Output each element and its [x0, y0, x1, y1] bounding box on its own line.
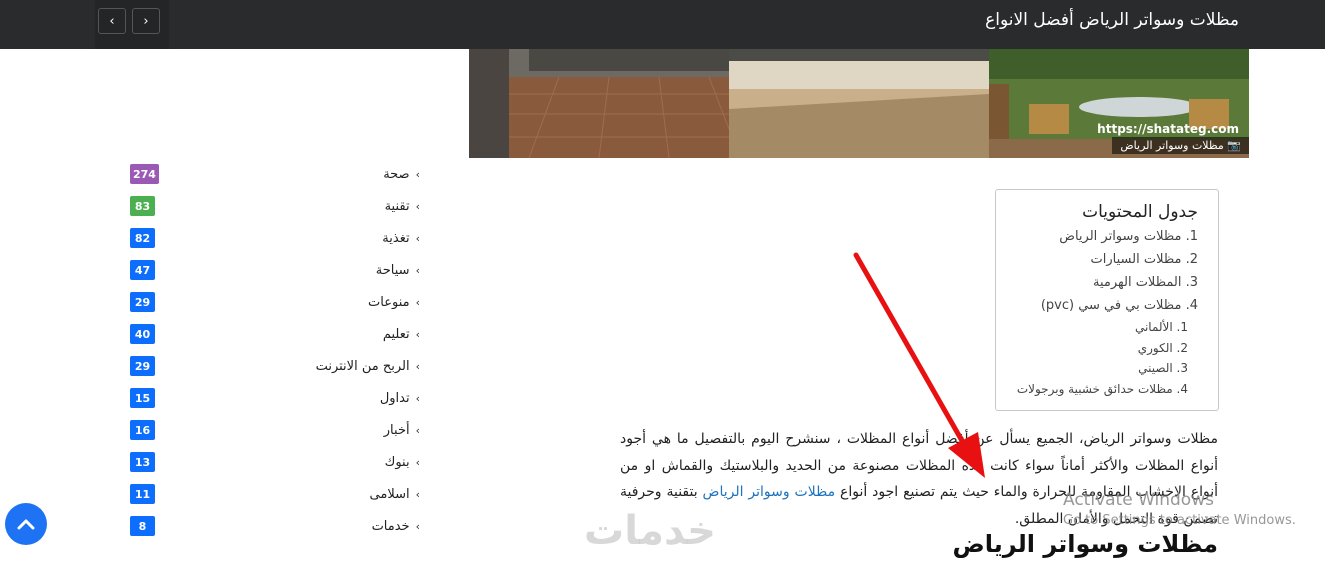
annotation-arrow: [853, 252, 985, 478]
chevron-up-icon: [17, 519, 35, 530]
scroll-to-top-button[interactable]: [5, 503, 47, 545]
